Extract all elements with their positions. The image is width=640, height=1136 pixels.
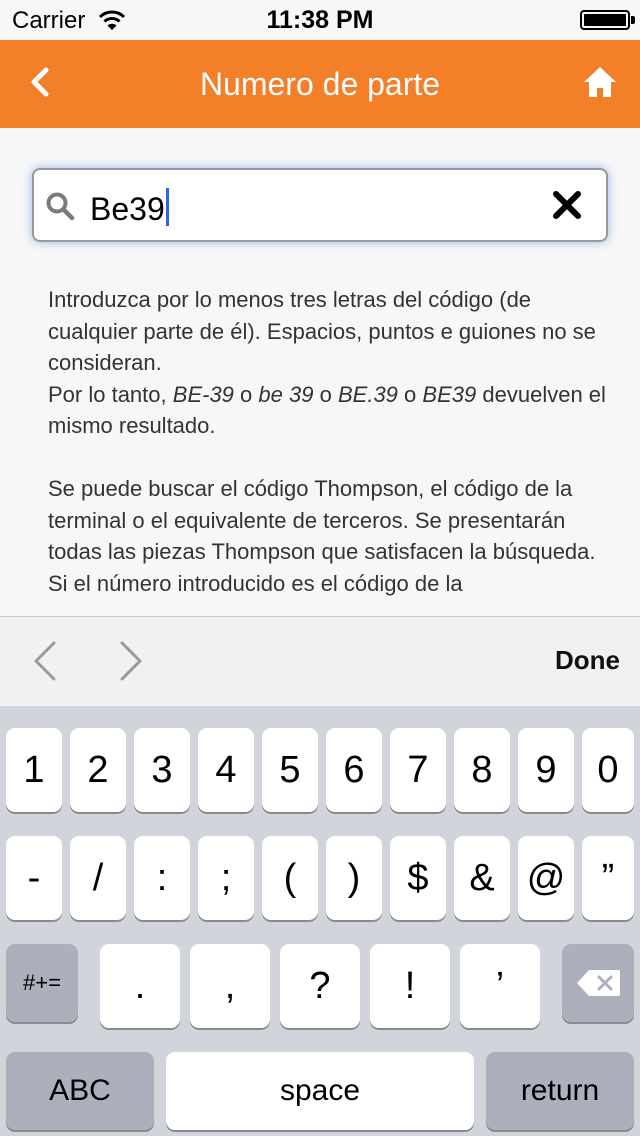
search-icon — [46, 192, 75, 221]
key-5[interactable]: 5 — [262, 728, 318, 812]
key-comma[interactable]: , — [190, 944, 270, 1028]
next-field-button[interactable] — [116, 639, 146, 683]
key-dollar[interactable]: $ — [390, 836, 446, 920]
abc-button[interactable]: ABC — [6, 1052, 154, 1130]
key-apostrophe[interactable]: ’ — [460, 944, 540, 1028]
key-semicolon[interactable]: ; — [198, 836, 254, 920]
key-9[interactable]: 9 — [518, 728, 574, 812]
key-colon[interactable]: : — [134, 836, 190, 920]
page-title: Numero de parte — [199, 66, 441, 102]
key-symbols[interactable]: #+= — [6, 944, 78, 1022]
key-6[interactable]: 6 — [326, 728, 382, 812]
key-ampersand[interactable]: & — [454, 836, 510, 920]
previous-field-button[interactable] — [30, 639, 60, 683]
key-question[interactable]: ? — [280, 944, 360, 1028]
key-2[interactable]: 2 — [70, 728, 126, 812]
key-4[interactable]: 4 — [198, 728, 254, 812]
main-content: Be39 Introduzca por lo menos tres letras… — [0, 128, 640, 616]
battery-tip — [631, 16, 635, 24]
key-quote[interactable]: ” — [582, 836, 634, 920]
text-caret — [165, 188, 169, 226]
home-button[interactable] — [582, 64, 618, 100]
key-exclamation[interactable]: ! — [370, 944, 450, 1028]
key-close-paren[interactable]: ) — [326, 836, 382, 920]
key-open-paren[interactable]: ( — [262, 836, 318, 920]
key-7[interactable]: 7 — [390, 728, 446, 812]
key-1[interactable]: 1 — [6, 728, 62, 812]
return-button[interactable]: return — [486, 1052, 634, 1130]
key-3[interactable]: 3 — [134, 728, 190, 812]
space-bar[interactable]: space — [166, 1052, 474, 1130]
clear-button[interactable] — [550, 188, 584, 222]
delete-button[interactable] — [562, 944, 634, 1022]
search-input[interactable]: Be39 — [32, 168, 608, 242]
key-slash[interactable]: / — [70, 836, 126, 920]
nav-bar: Numero de parte — [0, 40, 640, 128]
key-at[interactable]: @ — [518, 836, 574, 920]
status-bar: Carrier 11:38 PM — [0, 0, 640, 40]
backspace-icon — [577, 970, 620, 996]
keyboard-accessory-bar: Done — [0, 616, 640, 706]
status-time: 11:38 PM — [266, 6, 374, 34]
battery-icon — [580, 10, 630, 30]
keyboard: 1 2 3 4 5 6 7 8 9 0 - / : ; ( ) $ & @ ” … — [0, 706, 640, 1136]
help-paragraph-2: Se puede buscar el código Thompson, el c… — [48, 476, 596, 596]
done-button[interactable]: Done — [555, 645, 620, 676]
key-8[interactable]: 8 — [454, 728, 510, 812]
help-text: Introduzca por lo menos tres letras del … — [48, 284, 608, 616]
key-0[interactable]: 0 — [582, 728, 634, 812]
key-period[interactable]: . — [100, 944, 180, 1028]
search-value: Be39 — [90, 188, 169, 228]
key-hyphen[interactable]: - — [6, 836, 62, 920]
help-paragraph-1: Introduzca por lo menos tres letras del … — [48, 287, 606, 438]
